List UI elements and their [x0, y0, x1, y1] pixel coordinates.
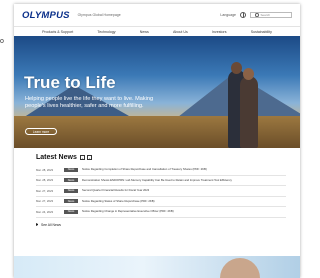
- news-tag: News: [64, 178, 78, 183]
- nav-item-technology[interactable]: Technology: [97, 30, 115, 34]
- news-link[interactable]: Notice Regarding Completion of Share Rep…: [82, 168, 207, 171]
- news-row[interactable]: Mar. 28, 2023 News Demonstration Shows E…: [36, 176, 286, 186]
- olympus-logo[interactable]: OLYMPUS: [22, 10, 70, 21]
- news-title: Latest News: [36, 154, 77, 161]
- see-all-news-link[interactable]: See All News: [36, 223, 286, 227]
- hero-banner: True to Life Helping people live the lif…: [14, 36, 300, 148]
- play-arrow-icon: [36, 223, 39, 226]
- news-row[interactable]: Mar. 28, 2023 News Notice Regarding Comp…: [36, 165, 286, 176]
- news-link[interactable]: Notice Regarding Status of Share Repurch…: [82, 200, 155, 203]
- news-tag: News: [64, 209, 78, 214]
- news-link[interactable]: Second Quarter Financial Results for Fis…: [82, 189, 149, 192]
- language-link[interactable]: Language: [220, 13, 236, 17]
- person-head: [243, 68, 254, 80]
- browser-page: OLYMPUS Olympus Global Homepage Language…: [14, 4, 300, 278]
- search-placeholder: Search: [260, 13, 271, 17]
- hero-title: True to Life: [24, 73, 116, 92]
- next-arrow-icon[interactable]: ›: [86, 155, 92, 160]
- news-link[interactable]: Demonstration Shows ENDOPRN: Lab Memory …: [82, 179, 232, 182]
- bottom-banner-image: [14, 256, 300, 278]
- news-date: Mar. 27, 2023: [36, 199, 54, 204]
- nav-item-news[interactable]: News: [140, 30, 149, 34]
- see-all-label: See All News: [41, 222, 61, 227]
- header-tools: Language Search: [220, 12, 292, 18]
- person-head: [231, 62, 242, 74]
- news-row[interactable]: Mar. 27, 2023 News Second Quarter Financ…: [36, 186, 286, 197]
- nav-item-investors[interactable]: Investors: [212, 30, 227, 34]
- site-header: OLYMPUS Olympus Global Homepage Language…: [14, 4, 300, 26]
- prev-arrow-icon[interactable]: ‹: [79, 155, 85, 160]
- learn-more-button[interactable]: Learn more: [25, 128, 57, 135]
- news-pager: ‹ ›: [79, 155, 92, 160]
- latest-news-section: Latest News ‹ › Mar. 28, 2023 News Notic…: [14, 148, 300, 227]
- nav-item-about[interactable]: About Us: [173, 30, 188, 34]
- person-photo: [220, 258, 260, 278]
- news-date: Mar. 27, 2023: [36, 188, 54, 193]
- nav-item-sustainability[interactable]: Sustainability: [251, 30, 272, 34]
- news-row[interactable]: Mar. 24, 2023 News Notice Regarding Chan…: [36, 207, 286, 218]
- couple-figure: [224, 62, 264, 148]
- news-tag: News: [64, 167, 78, 172]
- stray-char: o: [0, 38, 4, 45]
- news-date: Mar. 24, 2023: [36, 209, 54, 214]
- hero-subtitle: Helping people live the life they want t…: [25, 96, 154, 109]
- news-header: Latest News ‹ ›: [36, 154, 286, 161]
- logo-subtitle[interactable]: Olympus Global Homepage: [78, 13, 121, 17]
- globe-icon[interactable]: [240, 12, 246, 18]
- news-row[interactable]: Mar. 27, 2023 News Notice Regarding Stat…: [36, 197, 286, 207]
- news-tag: News: [64, 188, 78, 193]
- nav-item-products[interactable]: Products & Support: [42, 30, 73, 34]
- news-link[interactable]: Notice Regarding Change in Representativ…: [82, 210, 174, 213]
- news-tag: News: [64, 199, 78, 204]
- news-date: Mar. 28, 2023: [36, 178, 54, 183]
- search-icon: [255, 13, 259, 17]
- main-nav: Products & Support Technology News About…: [14, 26, 300, 36]
- person-figure: [240, 76, 258, 148]
- news-date: Mar. 28, 2023: [36, 167, 54, 172]
- search-input[interactable]: Search: [250, 12, 292, 18]
